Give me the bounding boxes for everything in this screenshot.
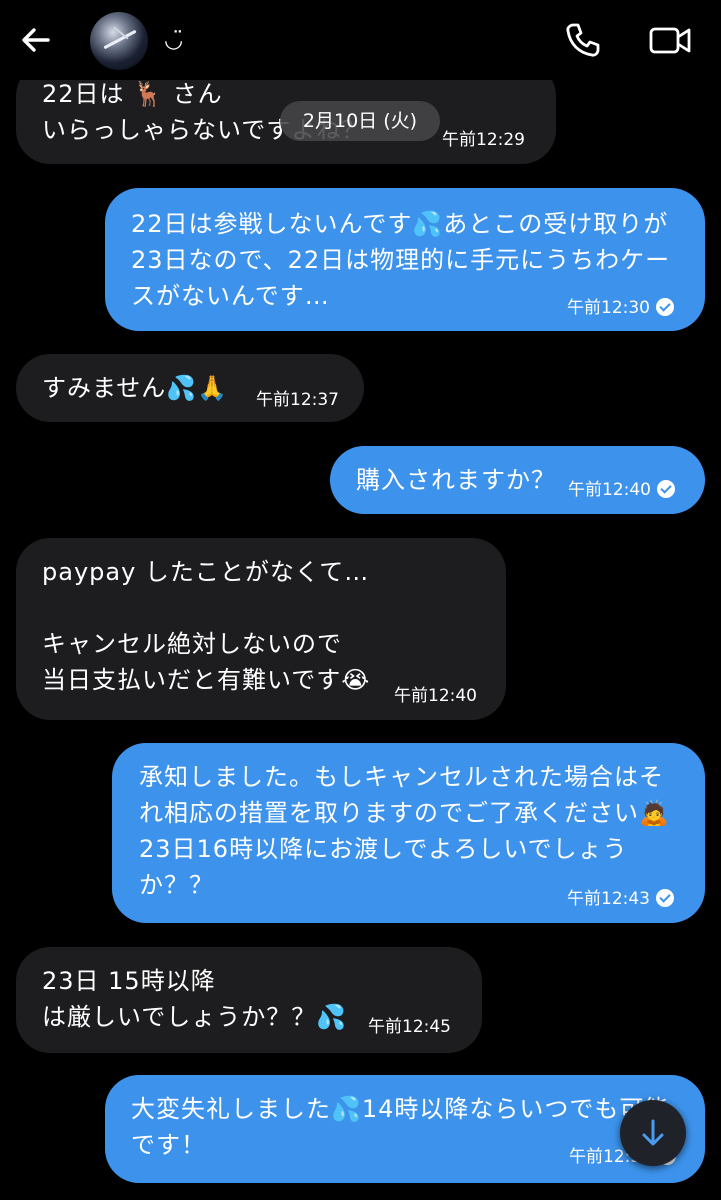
message-text: 購入されますか？ — [356, 466, 556, 494]
message-time-label: 午前12:43 — [567, 889, 650, 909]
phone-icon[interactable] — [562, 20, 602, 60]
contact-name[interactable]: ◡̈ — [164, 28, 183, 54]
message-text: paypay したことがなくて… キャンセル絶対しないので 当日支払いだと有難い… — [42, 558, 371, 694]
sent-check-icon — [656, 298, 674, 316]
message-outgoing[interactable]: 大変失礼しました💦14時以降ならいつでも可能 です！ 午前12:50 — [105, 1075, 705, 1183]
message-time: 午前12:40 — [394, 686, 477, 706]
arrow-left-icon[interactable] — [18, 22, 54, 58]
message-time: 午前12:45 — [368, 1017, 451, 1037]
message-text: すみません💦🙏 — [42, 374, 229, 402]
message-outgoing[interactable]: 22日は参戦しないんです💦あとこの受け取りが 23日なので、22日は物理的に手元… — [105, 188, 705, 331]
message-outgoing[interactable]: 承知しました。もしキャンセルされた場合はそ れ相応の措置を取りますのでご了承くだ… — [112, 743, 705, 923]
sent-check-icon — [656, 889, 674, 907]
message-time: 午前12:37 — [256, 390, 339, 410]
message-time: 午前12:30 — [567, 298, 674, 318]
message-outgoing[interactable]: 購入されますか？ 午前12:40 — [330, 446, 705, 514]
message-text: 23日 15時以降 は厳しいでしょうか？？💦 — [42, 967, 348, 1031]
message-time-label: 午前12:40 — [568, 480, 651, 500]
sent-check-icon — [657, 480, 675, 498]
arrow-down-icon — [642, 1119, 664, 1146]
message-time: 午前12:40 — [568, 480, 675, 500]
message-incoming[interactable]: 23日 15時以降 は厳しいでしょうか？？💦 午前12:45 — [16, 947, 482, 1053]
message-text: 承知しました。もしキャンセルされた場合はそ れ相応の措置を取りますのでご了承くだ… — [139, 763, 670, 899]
scroll-to-bottom-button[interactable] — [620, 1100, 686, 1166]
message-time: 午前12:43 — [567, 889, 674, 909]
message-incoming[interactable]: すみません💦🙏 午前12:37 — [16, 354, 364, 422]
message-time-label: 午前12:30 — [567, 298, 650, 318]
date-divider: 2月10日 (火) — [280, 101, 440, 141]
chat-header: ◡̈ — [0, 0, 721, 80]
video-camera-icon[interactable] — [648, 22, 692, 58]
message-incoming[interactable]: paypay したことがなくて… キャンセル絶対しないので 当日支払いだと有難い… — [16, 538, 506, 720]
avatar[interactable] — [90, 12, 148, 70]
message-time: 午前12:29 — [442, 130, 525, 150]
